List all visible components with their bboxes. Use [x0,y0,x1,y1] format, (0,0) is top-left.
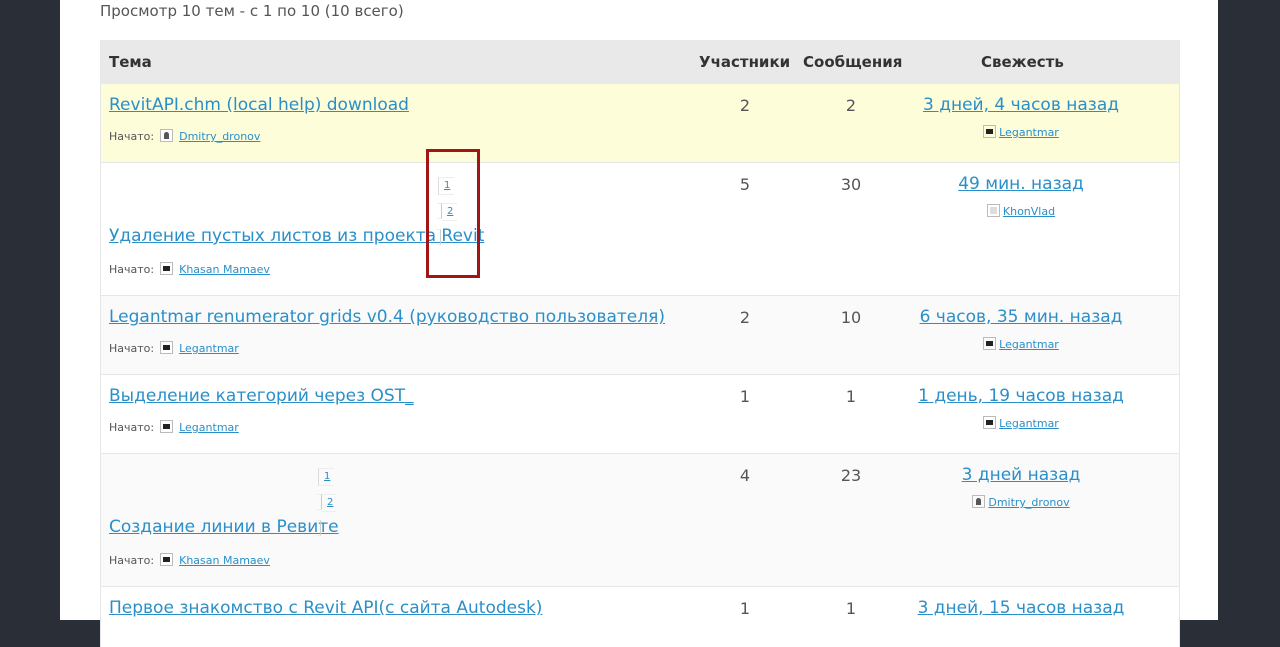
table-row: Первое знакомство с Revit API(с сайта Au… [101,587,1179,647]
author-link[interactable]: Khasan Mamaev [179,263,270,276]
freshness-cell: 49 мин. назад KhonVlad [911,174,1131,218]
freshness-link[interactable]: 3 дней, 4 часов назад [923,95,1119,115]
topics-summary: Просмотр 10 тем - с 1 по 10 (10 всего) [100,2,404,20]
header-freshness: Свежесть [981,53,1064,71]
messages-count: 30 [840,175,862,194]
table-row: Выделение категорий через OST_ Начато: L… [101,375,1179,454]
avatar [986,204,1000,217]
page-link-1[interactable]: 1 [318,468,335,486]
last-poster-link[interactable]: Legantmar [999,126,1059,139]
last-poster: Dmitry_dronov [911,495,1131,509]
forum-page: Просмотр 10 тем - с 1 по 10 (10 всего) Т… [60,0,1218,647]
participants-count: 2 [739,96,751,115]
header-participants: Участники [699,53,791,71]
participants-count: 2 [739,308,751,327]
messages-count: 1 [845,599,857,618]
freshness-cell: 6 часов, 35 мин. назад Legantmar [911,307,1131,351]
avatar [159,341,173,354]
avatar [983,416,997,429]
topic-started: Начато: Legantmar [109,420,239,434]
avatar [159,420,173,433]
topics-table: Тема Участники Сообщения Свежесть RevitA… [100,40,1180,647]
messages-count: 1 [845,387,857,406]
page-link-2[interactable]: 2 [322,494,338,512]
avatar [159,553,173,566]
avatar [972,495,986,508]
participants-count: 4 [739,466,751,485]
author-link[interactable]: Dmitry_dronov [179,130,260,143]
last-poster: KhonVlad [911,204,1131,218]
last-poster-link[interactable]: KhonVlad [1003,205,1055,218]
freshness-link[interactable]: 49 мин. назад [958,174,1084,194]
freshness-cell: 3 дней назад Dmitry_dronov [911,465,1131,509]
started-label: Начато: [109,263,155,276]
avatar [159,129,173,142]
table-row: 1 2 Создание линии в Ревите Начато: Khas… [101,454,1179,587]
topic-link[interactable]: Legantmar renumerator grids v0.4 (руково… [109,307,665,327]
freshness-cell: 3 дней, 4 часов назад Legantmar [911,95,1131,139]
messages-count: 10 [840,308,862,327]
last-poster: Legantmar [911,337,1131,351]
freshness-link[interactable]: 3 дней, 15 часов назад [918,598,1125,618]
topic-started: Начато: Khasan Mamaev [109,262,270,276]
started-label: Начато: [109,421,155,434]
avatar [983,337,997,350]
page-number[interactable]: 1 [324,471,330,482]
messages-count: 2 [845,96,857,115]
freshness-link[interactable]: 6 часов, 35 мин. назад [920,307,1123,327]
table-row: RevitAPI.chm (local help) download Начат… [101,84,1179,163]
header-messages: Сообщения [803,53,903,71]
table-row: Legantmar renumerator grids v0.4 (руково… [101,296,1179,375]
freshness-cell: 1 день, 19 часов назад Legantmar [911,386,1131,430]
started-label: Начато: [109,130,155,143]
topic-link[interactable]: Выделение категорий через OST_ [109,386,414,406]
last-poster: Legantmar [911,125,1131,139]
freshness-link[interactable]: 1 день, 19 часов назад [918,386,1124,406]
avatar [159,262,173,275]
participants-count: 1 [739,599,751,618]
topic-started: Начато: Legantmar [109,341,239,355]
freshness-link[interactable]: 3 дней назад [962,465,1081,485]
author-link[interactable]: Legantmar [179,421,239,434]
table-row: 1 2 Удаление пустых листов из проекта Re… [101,163,1179,296]
topic-link[interactable]: RevitAPI.chm (local help) download [109,95,409,115]
last-poster-link[interactable]: Dmitry_dronov [988,496,1069,509]
table-header: Тема Участники Сообщения Свежесть [101,40,1179,84]
last-poster-link[interactable]: Legantmar [999,338,1059,351]
last-poster: Legantmar [911,416,1131,430]
topic-link[interactable]: Первое знакомство с Revit API(с сайта Au… [109,598,542,618]
freshness-cell: 3 дней, 15 часов назад [911,598,1131,618]
highlight-box [426,149,480,278]
header-topic: Тема [109,53,152,71]
author-link[interactable]: Khasan Mamaev [179,554,270,567]
started-label: Начато: [109,554,155,567]
avatar [983,125,997,138]
page-divider [316,520,321,536]
topic-link[interactable]: Создание линии в Ревите [109,517,339,537]
page-number[interactable]: 2 [327,497,333,508]
topic-started: Начато: Khasan Mamaev [109,553,270,567]
participants-count: 5 [739,175,751,194]
messages-count: 23 [840,466,862,485]
participants-count: 1 [739,387,751,406]
last-poster-link[interactable]: Legantmar [999,417,1059,430]
topic-started: Начато: Dmitry_dronov [109,129,260,143]
started-label: Начато: [109,342,155,355]
author-link[interactable]: Legantmar [179,342,239,355]
